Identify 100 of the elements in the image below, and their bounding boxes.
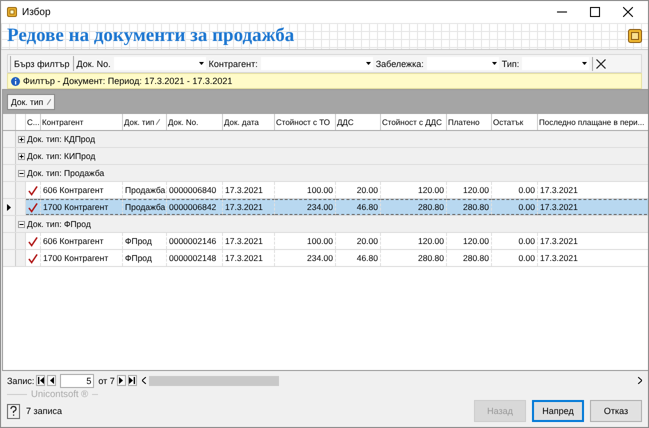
- checkmark-icon: [28, 252, 38, 264]
- caret-icon: [198, 62, 204, 65]
- dropdown-field[interactable]: [426, 57, 499, 70]
- arrow-icon: [50, 377, 54, 384]
- record-number-field[interactable]: 5: [60, 374, 94, 388]
- row-selector[interactable]: [3, 199, 16, 215]
- column-header[interactable]: Контрагент: [41, 114, 123, 130]
- logo-icon: [628, 29, 642, 43]
- table-cell: 234.00: [275, 199, 336, 215]
- table-cell: 0.00: [492, 233, 538, 249]
- table-cell: 17.3.2021: [223, 199, 275, 215]
- info-icon: [11, 76, 20, 86]
- table-cell: 234.00: [275, 250, 336, 266]
- table-cell: 17.3.2021: [538, 182, 648, 198]
- table-cell: 280.80: [447, 250, 492, 266]
- column-header[interactable]: Стойност с ТО: [275, 114, 336, 130]
- field-label: Забележка:: [376, 58, 424, 68]
- table-cell: 17.3.2021: [538, 199, 648, 215]
- dropdown-field[interactable]: [522, 57, 590, 70]
- arrow-icon: [129, 377, 136, 384]
- group-row[interactable]: Док. тип: КДПрод: [16, 131, 96, 147]
- checkbox-cell[interactable]: [26, 199, 41, 215]
- column-header[interactable]: Платено: [447, 114, 492, 130]
- table-cell: 20.00: [336, 233, 381, 249]
- table-cell: ФПрод: [123, 233, 167, 249]
- field-label: Док. No.: [76, 58, 111, 68]
- window-title: Избор: [22, 6, 51, 18]
- table-cell: Продажба: [123, 182, 167, 198]
- quick-filter-button[interactable]: Бърз филтър: [10, 56, 74, 71]
- dialog-button[interactable]: Напред: [532, 400, 584, 422]
- scroll-thumb[interactable]: [148, 376, 279, 386]
- first-record-button[interactable]: [36, 375, 46, 386]
- table-cell: 606 Контрагент: [41, 233, 123, 249]
- table-cell: 46.80: [336, 250, 381, 266]
- table-cell: 280.80: [381, 199, 447, 215]
- group-row[interactable]: Док. тип: КИПрод: [16, 148, 96, 164]
- table-cell: 17.3.2021: [223, 250, 275, 266]
- column-header[interactable]: Стойност с ДДС: [381, 114, 447, 130]
- column-header[interactable]: С...: [26, 114, 41, 130]
- brand-label: Unicontsoft ®: [31, 388, 88, 400]
- group-row[interactable]: Док. тип: ФПрод: [16, 216, 91, 232]
- scroll-left-icon[interactable]: [142, 377, 146, 384]
- arrow-icon: [119, 377, 124, 384]
- maximize-icon[interactable]: [590, 7, 600, 17]
- table-cell: 0000002146: [167, 233, 223, 249]
- clear-filter-icon: [596, 58, 606, 68]
- close-icon[interactable]: [623, 7, 633, 17]
- table-cell: 0.00: [492, 199, 538, 215]
- checkmark-icon: [28, 184, 38, 196]
- previous-record-button[interactable]: [47, 375, 56, 386]
- table-cell: 17.3.2021: [538, 250, 648, 266]
- group-by-column[interactable]: Док. тип: [7, 94, 56, 110]
- table-cell: 0.00: [492, 250, 538, 266]
- record-count: 7 записа: [26, 406, 64, 416]
- next-record-button[interactable]: [116, 375, 126, 386]
- caret-icon: [366, 62, 371, 65]
- horizontal-scrollbar[interactable]: [142, 376, 642, 386]
- table-cell: 1700 Контрагент: [41, 250, 123, 266]
- last-record-button[interactable]: [128, 375, 137, 386]
- expand-icon: [18, 152, 25, 160]
- table-cell: 0.00: [492, 182, 538, 198]
- app-icon: [7, 7, 17, 17]
- table-cell: 280.80: [447, 199, 492, 215]
- table-cell: 17.3.2021: [223, 182, 275, 198]
- dialog-button[interactable]: Отказ: [590, 400, 642, 422]
- sort-icon: [156, 119, 160, 125]
- checkmark-icon: [28, 236, 38, 246]
- table-cell: 0000006840: [167, 182, 223, 198]
- field-label: Тип:: [502, 58, 520, 68]
- dropdown-field[interactable]: [260, 57, 373, 70]
- collapse-icon: [18, 170, 25, 176]
- table-cell: Продажба: [123, 199, 167, 215]
- scroll-right-icon[interactable]: [638, 377, 642, 384]
- table-cell: 20.00: [336, 182, 381, 198]
- table-cell: 120.00: [447, 182, 492, 198]
- group-row[interactable]: Док. тип: Продажба: [16, 165, 104, 181]
- column-header[interactable]: Док. дата: [223, 114, 275, 130]
- field-label: Контрагент:: [208, 58, 258, 68]
- table-cell: 0000002148: [167, 250, 223, 266]
- column-header[interactable]: Док. тип: [123, 114, 167, 130]
- column-header[interactable]: ДДС: [336, 114, 381, 130]
- table-cell: 100.00: [275, 182, 336, 198]
- help-icon: [7, 404, 20, 418]
- column-header[interactable]: Остатък: [492, 114, 538, 130]
- current-row-icon: [7, 204, 11, 210]
- table-cell: 120.00: [381, 233, 447, 249]
- minimize-icon[interactable]: [557, 11, 567, 13]
- table-cell: 120.00: [381, 182, 447, 198]
- table-cell: 0000006842: [167, 199, 223, 215]
- table-cell: 100.00: [275, 233, 336, 249]
- table-cell: 17.3.2021: [538, 233, 648, 249]
- table-cell: 120.00: [447, 233, 492, 249]
- record-total: от 7: [98, 376, 115, 386]
- table-cell: 606 Контрагент: [41, 182, 123, 198]
- caret-icon: [492, 62, 497, 65]
- sort-icon: [47, 99, 52, 105]
- column-header[interactable]: Док. No.: [167, 114, 223, 130]
- table-cell: ФПрод: [123, 250, 167, 266]
- expand-icon: [18, 136, 25, 142]
- dropdown-field[interactable]: [114, 57, 206, 70]
